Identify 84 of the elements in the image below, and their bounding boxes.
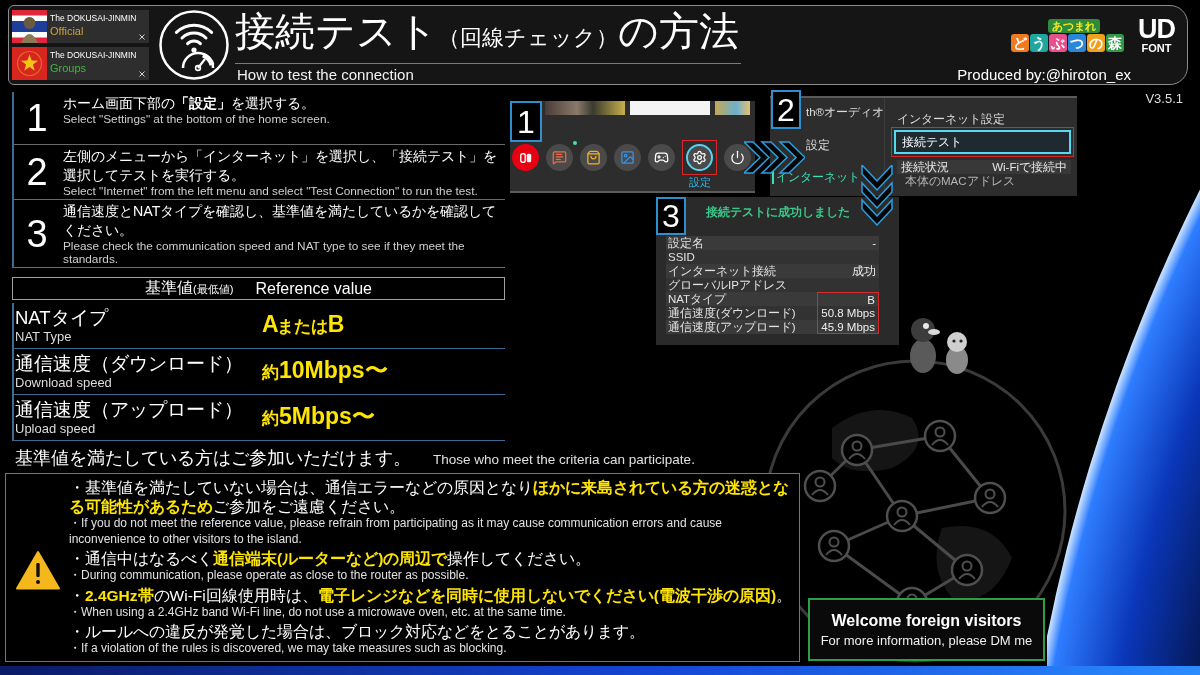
- menu-item[interactable]: th®オーディオ: [806, 105, 885, 119]
- x-mark-icon: [139, 71, 145, 77]
- account-name: The DOKUSAI-JINMIN: [50, 50, 138, 61]
- x-mark-icon: [139, 34, 145, 40]
- home-menu-button[interactable]: [724, 144, 751, 171]
- result-label: 設定名: [667, 236, 704, 250]
- settings-icon: [692, 150, 707, 165]
- warning-icon: [16, 549, 60, 590]
- font-logo: UD FONT: [1138, 16, 1175, 54]
- flag-icon: [12, 10, 47, 43]
- criterion-translation: NAT Type: [15, 329, 72, 344]
- welcome-title: Welcome foreign visitors: [831, 610, 1022, 630]
- notice-translation: ・If you do not meet the reference value, please refrain from participating as it may cause communication errors and cause inconvenience to other visitors to the island.: [69, 516, 723, 547]
- result-value: 45.9 Mbps: [817, 320, 879, 334]
- result-label: SSID: [667, 250, 695, 264]
- gamepad-icon: [654, 150, 669, 165]
- step-number: 3: [26, 213, 48, 254]
- game-logo: あつまれ どうぶつの森: [1011, 18, 1124, 52]
- criterion-value: AまたはB: [262, 310, 345, 339]
- result-label: 通信速度(アップロード): [667, 320, 796, 334]
- eligibility-translation: Those who meet the criteria can participate.: [433, 451, 695, 469]
- result-label: インターネット接続: [667, 264, 776, 278]
- step-badge: 2: [771, 90, 801, 129]
- notice-text: ・通信中はなるべく通信端末(ルーターなど)の周辺で操作してください。: [69, 549, 592, 568]
- menu-label: 設定: [688, 176, 711, 189]
- result-label: 通信速度(ダウンロード): [667, 306, 796, 320]
- criterion-value: 約10Mbps〜: [262, 356, 388, 385]
- detail-label: 本体のMACアドレス: [904, 174, 1015, 188]
- eligibility-text: 基準値を満たしている方はご参加いただけます。: [15, 447, 411, 470]
- result-value: 成功: [851, 264, 877, 278]
- star-flag-icon: [12, 47, 47, 80]
- notice-text: ・基準値を満たしていない場合は、通信エラーなどの原因となりほかに来島されている方の迷惑となる可能性があるためご参加をご遠慮ください。: [69, 478, 790, 516]
- step-text: 左側のメニューから「インターネット」を選択し、「接続テスト」を選択してテストを実行する。: [63, 147, 498, 185]
- criterion-translation: Download speed: [15, 375, 112, 390]
- criterion-label: NATタイプ: [15, 307, 108, 329]
- home-menu-button[interactable]: [512, 144, 539, 171]
- step-number: 1: [26, 98, 48, 138]
- message-icon: [552, 150, 567, 165]
- result-title: 接続テストに成功しました: [705, 205, 850, 219]
- step-text: ホーム画面下部の「設定」を選択する。: [63, 94, 315, 113]
- criterion-label: 通信速度（アップロード）: [15, 399, 243, 421]
- step-number: 2: [26, 152, 48, 192]
- home-menu-button[interactable]: [580, 144, 607, 171]
- notice-translation: ・During communication, please operate as close to the router as possible.: [69, 568, 469, 584]
- step-translation: Select "Settings" at the bottom of the home screen.: [63, 113, 330, 126]
- notice-translation: ・When using a 2.4GHz band Wi-Fi line, do not use a microwave oven, etc. at the same time.: [69, 604, 566, 620]
- step-badge: 3: [656, 197, 686, 235]
- right-chevrons-icon: [744, 141, 805, 174]
- step-badge: 1: [510, 101, 542, 142]
- account-name: The DOKUSAI-JINMIN: [50, 13, 138, 24]
- step-translation: Please check the communication speed and NAT type to see if they meet the standards.: [63, 240, 466, 266]
- status-value: Wi-Fiで接続中: [992, 160, 1067, 174]
- notice-text: ・ルールへの違反が発覚した場合は、ブロック対応などをとることがあります。: [69, 622, 645, 641]
- version-label: V3.5.1: [1144, 90, 1184, 106]
- criterion-value: 約5Mbps〜: [262, 402, 375, 431]
- account-group: Official: [50, 25, 84, 38]
- step-translation: Select "Internet" from the left menu and select "Test Connection" to run the test.: [63, 185, 478, 198]
- notice-translation: ・If a violation of the rules is discovered, we may take measures such as blocking.: [69, 641, 507, 657]
- credit-text: Produced by:@hiroton_ex: [957, 66, 1131, 84]
- result-label: グローバルIPアドレス: [667, 278, 787, 292]
- menu-item[interactable]: 設定: [806, 137, 830, 152]
- thumbnail-placeholder: [715, 101, 750, 115]
- home-menu-button[interactable]: [648, 144, 675, 171]
- criterion-label: 通信速度（ダウンロード）: [15, 353, 243, 375]
- power-icon: [730, 150, 745, 165]
- console-logo-icon: [519, 152, 532, 163]
- result-label: NATタイプ: [667, 292, 727, 306]
- welcome-text: For more information, please DM me: [820, 632, 1033, 649]
- reference-heading: 基準値(最低値): [145, 278, 234, 298]
- criterion-translation: Upload speed: [15, 421, 96, 436]
- image-icon: [620, 150, 635, 165]
- reference-heading-translation: Reference value: [255, 278, 372, 299]
- down-chevrons-icon: [861, 165, 893, 226]
- step-text: 通信速度とNATタイプを確認し、基準値を満たしているかを確認してください。: [63, 202, 498, 240]
- shopping-bag-icon: [586, 150, 601, 165]
- wifi-gauge-icon: [159, 10, 229, 80]
- status-label: 接続状況: [901, 160, 949, 174]
- page-subtitle: How to test the connection: [237, 66, 414, 84]
- account-group: Groups: [50, 62, 87, 75]
- settings-heading: インターネット設定: [897, 112, 1005, 126]
- result-value: -: [871, 236, 877, 250]
- page-title: 接続テスト（回線チェック）の方法: [235, 6, 741, 64]
- notice-text: ・2.4GHz帯のWi-Fi回線使用時は、電子レンジなどを同時に使用しないでください(電波干渉の原因)。: [69, 585, 793, 605]
- connection-test-button[interactable]: 接続テスト: [894, 130, 1071, 154]
